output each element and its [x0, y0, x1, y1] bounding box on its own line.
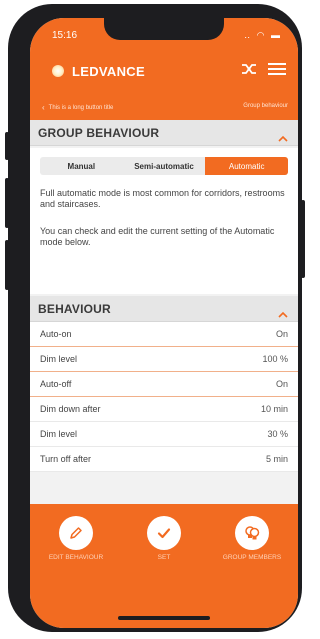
row-value: On: [275, 379, 288, 389]
bulbs-icon: [235, 516, 269, 550]
link-icon[interactable]: [240, 62, 258, 81]
group-behaviour-header[interactable]: GROUP BEHAVIOUR: [30, 120, 298, 146]
nav-title: Group behaviour: [243, 103, 288, 109]
action-footer: EDIT BEHAVIOUR SET GROUP MEMBERS: [30, 504, 298, 628]
chevron-up-icon[interactable]: [278, 305, 288, 323]
menu-icon[interactable]: [268, 62, 286, 81]
content-area: GROUP BEHAVIOUR Manual Semi-automatic Au…: [30, 120, 298, 504]
status-time: 15:16: [52, 30, 78, 41]
pencil-icon: [59, 516, 93, 550]
behaviour-title: BEHAVIOUR: [38, 302, 111, 316]
mode-description: Full automatic mode is most common for c…: [40, 188, 285, 209]
row-label: Turn off after: [40, 454, 92, 464]
camera-notch: [104, 18, 224, 40]
group-behaviour-title: GROUP BEHAVIOUR: [38, 126, 160, 140]
row-value: 5 min: [265, 454, 288, 464]
phone-side-button: [5, 178, 9, 228]
behaviour-row-auto-off[interactable]: Auto-off On: [30, 372, 298, 397]
status-icons: ‥ ◠ ▬: [244, 30, 282, 40]
group-behaviour-panel: Manual Semi-automatic Automatic Full aut…: [30, 148, 298, 294]
behaviour-header[interactable]: BEHAVIOUR: [30, 296, 298, 322]
behaviour-row-dim-level[interactable]: Dim level 100 %: [30, 347, 298, 372]
nav-row: ‹ This is a long button title Group beha…: [30, 103, 298, 117]
phone-side-button: [5, 240, 9, 290]
row-label: Dim level: [40, 354, 78, 364]
row-value: 100 %: [262, 354, 288, 364]
brand-light-icon: [52, 65, 64, 77]
row-value: 30 %: [267, 429, 288, 439]
edit-behaviour-button[interactable]: EDIT BEHAVIOUR: [36, 516, 116, 562]
behaviour-list: Auto-on On Dim level 100 % Auto-off On D…: [30, 322, 298, 472]
mode-selector: Manual Semi-automatic Automatic: [40, 157, 288, 175]
app-screen: 15:16 ‥ ◠ ▬ LEDVANCE ‹ This is a long bu…: [30, 18, 298, 628]
set-button[interactable]: SET: [124, 516, 204, 562]
home-indicator: [118, 616, 210, 620]
phone-frame: 15:16 ‥ ◠ ▬ LEDVANCE ‹ This is a long bu…: [5, 4, 305, 632]
edit-behaviour-label: EDIT BEHAVIOUR: [48, 554, 104, 561]
mode-hint: You can check and edit the current setti…: [40, 226, 275, 247]
set-label: SET: [157, 554, 171, 561]
brand-logo: LEDVANCE: [52, 61, 145, 81]
phone-power-button: [301, 200, 305, 278]
back-link-label: This is a long button title: [48, 104, 114, 111]
row-label: Auto-on: [40, 329, 72, 339]
group-members-label: GROUP MEMBERS: [222, 554, 282, 561]
behaviour-row-dim-level-2[interactable]: Dim level 30 %: [30, 422, 298, 447]
row-value: On: [275, 329, 288, 339]
behaviour-row-turn-off-after[interactable]: Turn off after 5 min: [30, 447, 298, 472]
row-label: Dim level: [40, 429, 78, 439]
row-label: Auto-off: [40, 379, 72, 389]
phone-side-button: [5, 132, 9, 160]
brand-name: LEDVANCE: [72, 63, 145, 79]
back-link[interactable]: ‹ This is a long button title: [42, 103, 113, 112]
chevron-up-icon[interactable]: [278, 129, 288, 147]
mode-manual[interactable]: Manual: [40, 157, 123, 175]
mode-automatic[interactable]: Automatic: [205, 157, 288, 175]
row-value: 10 min: [260, 404, 288, 414]
group-members-button[interactable]: GROUP MEMBERS: [212, 516, 292, 562]
row-label: Dim down after: [40, 404, 101, 414]
behaviour-row-auto-on[interactable]: Auto-on On: [30, 322, 298, 347]
chevron-left-icon: ‹: [42, 103, 45, 112]
behaviour-row-dim-down-after[interactable]: Dim down after 10 min: [30, 397, 298, 422]
checkmark-icon: [147, 516, 181, 550]
mode-semi-automatic[interactable]: Semi-automatic: [123, 157, 206, 175]
